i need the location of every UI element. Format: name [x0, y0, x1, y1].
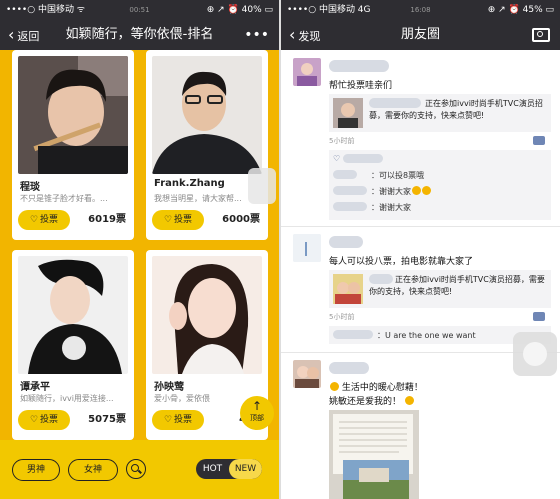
emoji-icon [422, 186, 431, 195]
comment-text-content: ：谢谢大家 [371, 187, 411, 196]
bottom-filter-bar: 男神 女神 HOT NEW [0, 440, 279, 499]
post-time: 5小时前 [329, 313, 355, 321]
comment-text: ：可以投8票哦 [371, 171, 425, 180]
link-text-content: 正在参加ivvi时尚手机TVC演员招募，需要你的支持，快来点赞吧! [369, 99, 543, 120]
sort-hot-option[interactable]: HOT [196, 459, 229, 479]
status-bar: ••••○ 中国移动 4G 16:08 ⊕ ↗ ⏰ 45% ▭ [281, 0, 560, 20]
contestant-photo [18, 56, 128, 174]
vote-button[interactable]: ♡ 投票 [18, 410, 70, 430]
link-thumbnail [333, 98, 363, 128]
heart-icon: ♡ [163, 415, 173, 425]
page-title: 如颖随行，等你依偎-排名 [65, 27, 214, 42]
heart-icon: ♡ [29, 215, 39, 225]
battery-indicator: ⊕ ↗ ⏰ 40% ▭ [206, 5, 273, 15]
vote-button[interactable]: ♡ 投票 [18, 210, 70, 230]
commenter-blurred [333, 202, 367, 211]
comment-icon[interactable] [533, 136, 545, 145]
comment-text: ：谢谢大家 [371, 186, 431, 197]
username-blurred[interactable] [329, 236, 363, 248]
more-icon[interactable]: ••• [244, 20, 269, 50]
emoji-icon [330, 382, 339, 391]
vote-label: 投票 [40, 215, 59, 225]
comment-text: ：谢谢大家 [371, 203, 411, 212]
filter-female-button[interactable]: 女神 [68, 459, 118, 481]
username-blurred[interactable] [329, 60, 389, 72]
link-text: 正在参加ivvi时尚手机TVC演员招募，需要你的支持，快来点赞吧! [369, 274, 547, 298]
contestant-card[interactable]: 程琰 不只是锥子脸才好看。... ♡ 投票 6019票 [12, 50, 134, 240]
comment-text: ：U are the one we want [377, 331, 476, 340]
search-icon[interactable] [126, 459, 146, 479]
vote-count: 5075票 [88, 414, 126, 425]
page-title: 朋友圈 [400, 27, 440, 42]
nav-bar: ‹ 返回 如颖随行，等你依偎-排名 ••• [0, 20, 279, 50]
post-text: 姚敏还是爱我的！ [329, 394, 414, 407]
contestant-name: 孙映莺 [154, 382, 184, 393]
contestant-desc: 不只是锥子脸才好看。... [20, 194, 108, 203]
likers-blurred [343, 154, 383, 163]
username-blurred[interactable] [329, 362, 369, 374]
contestant-photo [152, 56, 262, 174]
sort-new-option[interactable]: NEW [229, 459, 262, 479]
contestant-desc: 我想当明星，请大家帮... [154, 194, 242, 203]
contestant-card[interactable]: 谭承平 如颖随行，ivvi用爱连接... ♡ 投票 5075票 [12, 250, 134, 440]
commenter-blurred [333, 186, 367, 195]
sort-toggle[interactable]: HOT NEW [196, 459, 262, 479]
camera-icon[interactable] [532, 28, 550, 42]
arrow-up-icon: ↑ [251, 399, 263, 413]
contestant-photo [152, 256, 262, 374]
vote-button[interactable]: ♡ 投票 [152, 410, 204, 430]
avatar[interactable] [293, 234, 321, 262]
assistive-touch-handle[interactable] [513, 332, 557, 376]
post-time: 5小时前 [329, 137, 355, 145]
post-text-line1: 生活中的暖心慰藉！ [341, 383, 423, 393]
contestant-name: Frank.Zhang [154, 178, 225, 189]
like-heart-icon: ♡ [333, 154, 341, 163]
shared-link-card[interactable]: 正在参加ivvi时尚手机TVC演员招募，需要你的支持，快来点赞吧! [329, 94, 551, 132]
battery-indicator: ⊕ ↗ ⏰ 45% ▭ [487, 5, 554, 15]
contestant-card[interactable]: Frank.Zhang 我想当明星，请大家帮... ♡ 投票 6000票 [146, 50, 268, 240]
status-bar: ••••○ 中国移动 ᯤ 00:51 ⊕ ↗ ⏰ 40% ▭ [0, 0, 279, 20]
post-text: 每人可以投八票，拍电影就靠大家了 [329, 257, 474, 267]
comment-icon[interactable] [533, 312, 545, 321]
contestant-desc: 如颖随行，ivvi用爱连接... [20, 394, 114, 403]
link-text-content: 正在参加ivvi时尚手机TVC演员招募，需要你的支持，快来点赞吧! [369, 275, 545, 296]
commenter-blurred [333, 330, 373, 339]
ranking-screen: ••••○ 中国移动 ᯤ 00:51 ⊕ ↗ ⏰ 40% ▭ ‹ 返回 如颖随行，… [0, 0, 279, 499]
contestant-photo [18, 256, 128, 374]
vote-button[interactable]: ♡ 投票 [152, 210, 204, 230]
vote-label: 投票 [174, 215, 193, 225]
back-to-top-button[interactable]: ↑ 顶部 [240, 396, 274, 430]
back-to-top-label: 顶部 [250, 414, 264, 422]
vote-count: 6019票 [88, 214, 126, 225]
post-text: 生活中的暖心慰藉！ [329, 380, 423, 393]
filter-male-button[interactable]: 男神 [12, 459, 60, 481]
post-divider [281, 226, 560, 227]
emoji-icon [412, 186, 421, 195]
commenter-blurred [333, 170, 357, 179]
vote-label: 投票 [174, 415, 193, 425]
vote-label: 投票 [40, 415, 59, 425]
emoji-icon [404, 396, 414, 405]
avatar[interactable] [293, 360, 321, 388]
contestant-name: 程琰 [20, 182, 40, 193]
heart-icon: ♡ [29, 415, 39, 425]
shared-link-card[interactable]: 正在参加ivvi时尚手机TVC演员招募，需要你的支持，快来点赞吧! [329, 270, 551, 308]
post-text: 帮忙投票哇亲们 [329, 81, 393, 91]
link-thumbnail [333, 274, 363, 304]
contestant-name: 谭承平 [20, 382, 50, 393]
vote-count: 6000票 [222, 214, 260, 225]
moments-screen: ••••○ 中国移动 4G 16:08 ⊕ ↗ ⏰ 45% ▭ ‹ 发现 朋友圈 … [281, 0, 560, 499]
nav-bar: ‹ 发现 朋友圈 [281, 20, 560, 50]
post-text-line2: 姚敏还是爱我的！ [329, 397, 402, 407]
heart-icon: ♡ [163, 215, 173, 225]
link-text: 正在参加ivvi时尚手机TVC演员招募，需要你的支持，快来点赞吧! [369, 98, 547, 122]
assistive-touch-handle[interactable] [248, 168, 276, 204]
post-photo[interactable] [329, 410, 419, 499]
avatar[interactable] [293, 58, 321, 86]
